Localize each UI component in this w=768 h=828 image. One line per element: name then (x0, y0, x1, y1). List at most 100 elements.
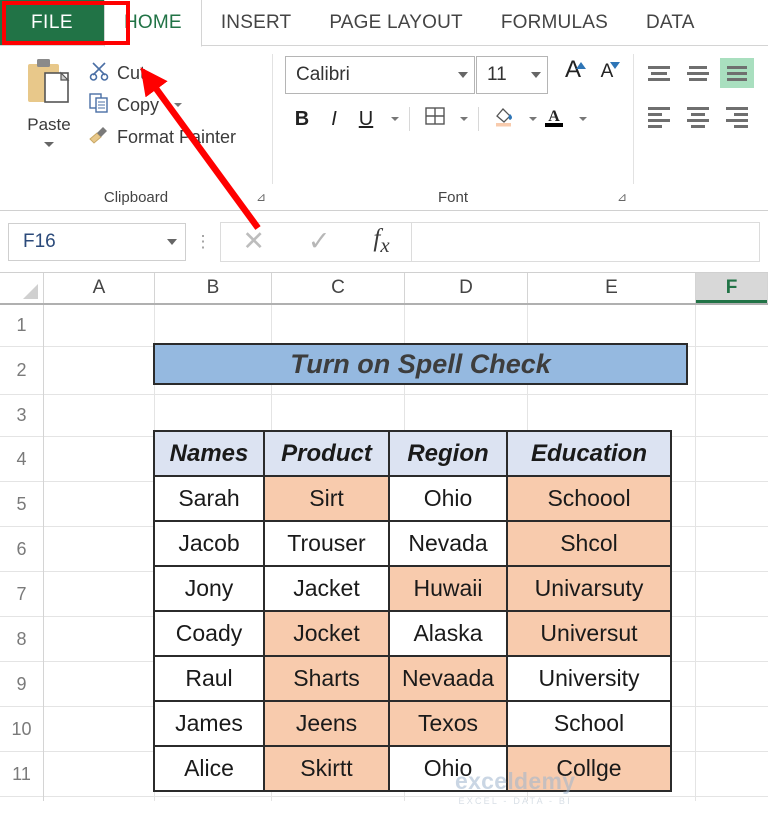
copy-button[interactable]: Copy (88, 92, 236, 118)
font-color-button[interactable]: A (539, 104, 569, 134)
row-header-4[interactable]: 4 (0, 437, 43, 482)
column-header-c[interactable]: C (272, 273, 405, 303)
column-header-product[interactable]: Product (263, 430, 390, 477)
row-header-3[interactable]: 3 (0, 395, 43, 437)
align-left-button[interactable] (642, 102, 676, 132)
bold-button[interactable]: B (287, 104, 317, 134)
cell-product[interactable]: Jacket (263, 565, 390, 612)
tab-formulas[interactable]: FORMULAS (482, 0, 627, 46)
cell-names[interactable]: Jony (153, 565, 265, 612)
cut-button[interactable]: Cut (88, 60, 236, 86)
column-header-names[interactable]: Names (153, 430, 265, 477)
column-header-education[interactable]: Education (506, 430, 672, 477)
cell-education[interactable]: School (506, 700, 672, 747)
cell-education[interactable]: Collge (506, 745, 672, 792)
cell-region[interactable]: Texos (388, 700, 508, 747)
align-right-button[interactable] (720, 102, 754, 132)
tab-data[interactable]: DATA (627, 0, 714, 46)
insert-function-icon[interactable]: fx (373, 225, 389, 258)
cell-education[interactable]: Univarsuty (506, 565, 672, 612)
table-row: Alice Skirtt Ohio Collge (153, 745, 672, 792)
paste-dropdown-caret-icon[interactable] (44, 142, 54, 147)
row-header-2[interactable]: 2 (0, 347, 43, 395)
cell-product[interactable]: Sharts (263, 655, 390, 702)
row-header-11[interactable]: 11 (0, 752, 43, 797)
column-header-f[interactable]: F (696, 273, 768, 303)
table-row: Jony Jacket Huwaii Univarsuty (153, 565, 672, 612)
cell-region[interactable]: Huwaii (388, 565, 508, 612)
borders-button[interactable] (420, 104, 450, 134)
formula-bar-handle[interactable]: ⋮ (186, 232, 220, 252)
column-header-b[interactable]: B (155, 273, 272, 303)
cell-names[interactable]: Alice (153, 745, 265, 792)
column-header-region[interactable]: Region (388, 430, 508, 477)
cell-names[interactable]: James (153, 700, 265, 747)
underline-button[interactable]: U (351, 104, 381, 134)
tab-insert[interactable]: INSERT (202, 0, 311, 46)
cancel-icon[interactable]: ✕ (242, 228, 265, 255)
cell-region[interactable]: Nevada (388, 520, 508, 567)
font-color-dropdown-caret-icon[interactable] (579, 117, 587, 121)
cell-product[interactable]: Sirt (263, 475, 390, 522)
font-size-combo[interactable]: 11 (476, 56, 548, 94)
cell-region[interactable]: Ohio (388, 475, 508, 522)
italic-button[interactable]: I (319, 104, 349, 134)
fill-color-button[interactable] (489, 104, 519, 134)
select-all-corner[interactable] (0, 273, 44, 303)
tab-page-layout[interactable]: PAGE LAYOUT (310, 0, 481, 46)
grow-font-button[interactable]: A (558, 58, 588, 92)
underline-dropdown-caret-icon[interactable] (391, 117, 399, 121)
middle-align-button[interactable] (681, 58, 715, 88)
row-header-7[interactable]: 7 (0, 572, 43, 617)
worksheet-cells[interactable]: Turn on Spell Check Names Product Region… (44, 305, 768, 801)
cell-names[interactable]: Sarah (153, 475, 265, 522)
row-header-9[interactable]: 9 (0, 662, 43, 707)
enter-icon[interactable]: ✓ (308, 228, 331, 255)
align-center-button[interactable] (681, 102, 715, 132)
cell-education[interactable]: Schoool (506, 475, 672, 522)
cell-product[interactable]: Jocket (263, 610, 390, 657)
font-name-combo[interactable]: Calibri (285, 56, 475, 94)
row-header-8[interactable]: 8 (0, 617, 43, 662)
top-align-button[interactable] (642, 58, 676, 88)
shrink-font-button[interactable]: A (592, 58, 622, 92)
cell-region[interactable]: Nevaada (388, 655, 508, 702)
clipboard-group-label: Clipboard (103, 189, 169, 206)
row-header-6[interactable]: 6 (0, 527, 43, 572)
cell-product[interactable]: Jeens (263, 700, 390, 747)
cell-region[interactable]: Ohio (388, 745, 508, 792)
formula-input[interactable] (412, 221, 760, 262)
borders-dropdown-caret-icon[interactable] (460, 117, 468, 121)
formula-bar: F16 ⋮ ✕ ✓ fx (0, 211, 768, 273)
name-box[interactable]: F16 (8, 222, 186, 261)
clipboard-dialog-launcher-icon[interactable]: ⊿ (256, 190, 266, 204)
cell-education[interactable]: Universut (506, 610, 672, 657)
cell-region[interactable]: Alaska (388, 610, 508, 657)
cell-education[interactable]: Shcol (506, 520, 672, 567)
cell-product[interactable]: Trouser (263, 520, 390, 567)
paintbrush-icon (88, 124, 110, 151)
cell-names[interactable]: Coady (153, 610, 265, 657)
column-header-d[interactable]: D (405, 273, 528, 303)
format-painter-button[interactable]: Format Painter (88, 124, 236, 150)
svg-text:A: A (548, 108, 560, 125)
worksheet-grid: 1 2 3 4 5 6 7 8 9 10 11 Turn on Spell Ch… (0, 305, 768, 801)
cell-product[interactable]: Skirtt (263, 745, 390, 792)
cell-education[interactable]: University (506, 655, 672, 702)
copy-dropdown-caret-icon[interactable] (174, 103, 183, 107)
sheet-title-banner[interactable]: Turn on Spell Check (153, 343, 688, 385)
column-header-a[interactable]: A (44, 273, 155, 303)
fill-color-dropdown-caret-icon[interactable] (529, 117, 537, 121)
cut-label: Cut (117, 62, 146, 83)
column-header-e[interactable]: E (528, 273, 696, 303)
cell-names[interactable]: Raul (153, 655, 265, 702)
tab-page-layout-label: PAGE LAYOUT (329, 12, 463, 33)
cell-names[interactable]: Jacob (153, 520, 265, 567)
row-header-10[interactable]: 10 (0, 707, 43, 752)
paste-button[interactable]: Paste (10, 52, 88, 150)
row-header-1[interactable]: 1 (0, 305, 43, 347)
row-header-5[interactable]: 5 (0, 482, 43, 527)
font-dialog-launcher-icon[interactable]: ⊿ (617, 190, 627, 204)
shrink-font-arrow-icon (610, 62, 620, 69)
bottom-align-button[interactable] (720, 58, 754, 88)
